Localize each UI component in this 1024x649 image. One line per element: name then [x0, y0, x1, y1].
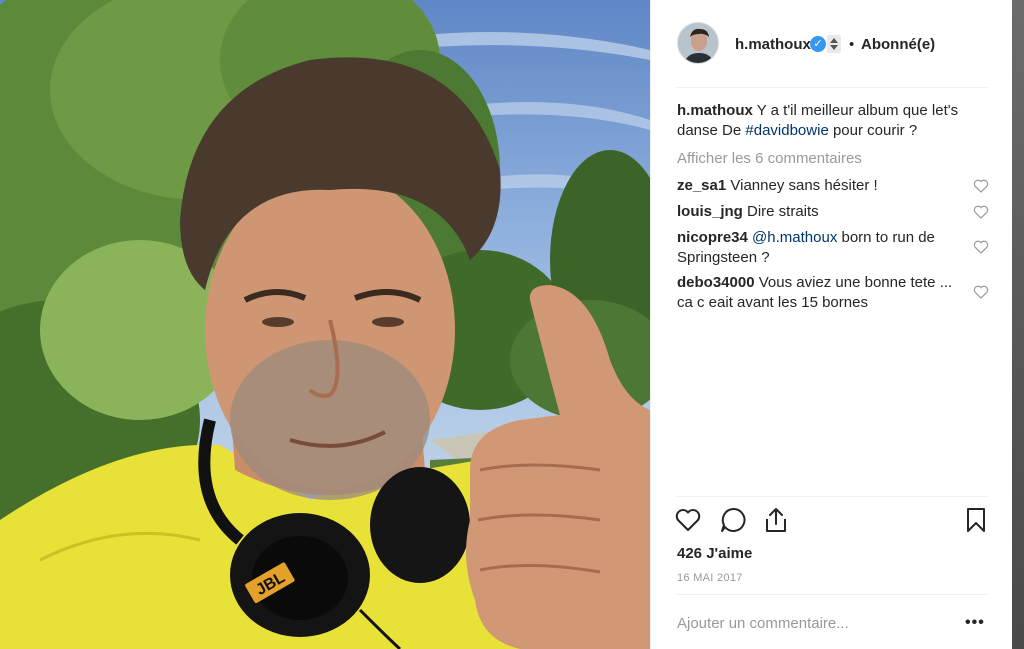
- post-side-panel: h.mathoux ✓ • Abonné(e) h.mathoux Y a t'…: [650, 0, 1012, 649]
- more-options-button[interactable]: •••: [965, 614, 987, 634]
- actions-divider: [677, 496, 987, 497]
- separator-dot: •: [849, 36, 855, 53]
- comment-username[interactable]: debo34000: [677, 274, 755, 291]
- comment-item: ze_sa1 Vianney sans hésiter !: [677, 176, 967, 196]
- likes-count[interactable]: 426 J'aime: [677, 545, 752, 562]
- speech-bubble-icon[interactable]: [718, 505, 748, 535]
- avatar[interactable]: [677, 22, 719, 64]
- mention-link[interactable]: @h.mathoux: [752, 229, 837, 246]
- heart-icon[interactable]: [973, 284, 989, 300]
- view-all-comments-link[interactable]: Afficher les 6 commentaires: [677, 150, 862, 167]
- heart-icon[interactable]: [973, 204, 989, 220]
- post-date: 16 MAI 2017: [677, 572, 743, 584]
- share-icon[interactable]: [761, 505, 791, 535]
- bookmark-icon[interactable]: [961, 505, 991, 535]
- comment-username[interactable]: ze_sa1: [677, 177, 726, 194]
- verified-badge-icon: ✓: [810, 36, 826, 52]
- post-caption: h.mathoux Y a t'il meilleur album que le…: [677, 101, 977, 141]
- heart-icon[interactable]: [673, 505, 703, 535]
- comment-text: Dire straits: [742, 203, 819, 220]
- header-divider: [677, 87, 987, 88]
- post-header: h.mathoux ✓ • Abonné(e): [651, 0, 1013, 88]
- hashtag-link[interactable]: #davidbowie: [745, 122, 828, 139]
- post-author-username[interactable]: h.mathoux: [735, 36, 811, 53]
- page-background-edge: [1012, 0, 1024, 649]
- add-comment-input[interactable]: [677, 615, 947, 632]
- comment-text: Vianney sans hésiter !: [726, 177, 878, 194]
- heart-icon[interactable]: [973, 178, 989, 194]
- post-photo[interactable]: JBL: [0, 0, 650, 649]
- sort-arrows-icon[interactable]: [827, 35, 841, 53]
- comment-item: louis_jng Dire straits: [677, 202, 967, 222]
- comment-username[interactable]: nicopre34: [677, 229, 748, 246]
- comment-item: nicopre34 @h.mathoux born to run de Spri…: [677, 228, 967, 268]
- post-actions-bar: [651, 505, 1013, 539]
- comment-username[interactable]: louis_jng: [677, 203, 743, 220]
- caption-text-end: pour courir ?: [828, 122, 918, 139]
- follow-status-button[interactable]: Abonné(e): [861, 36, 935, 53]
- caption-username[interactable]: h.mathoux: [677, 102, 753, 119]
- heart-icon[interactable]: [973, 239, 989, 255]
- comment-item: debo34000 Vous aviez une bonne tete ... …: [677, 273, 967, 313]
- comment-box-divider: [677, 594, 987, 595]
